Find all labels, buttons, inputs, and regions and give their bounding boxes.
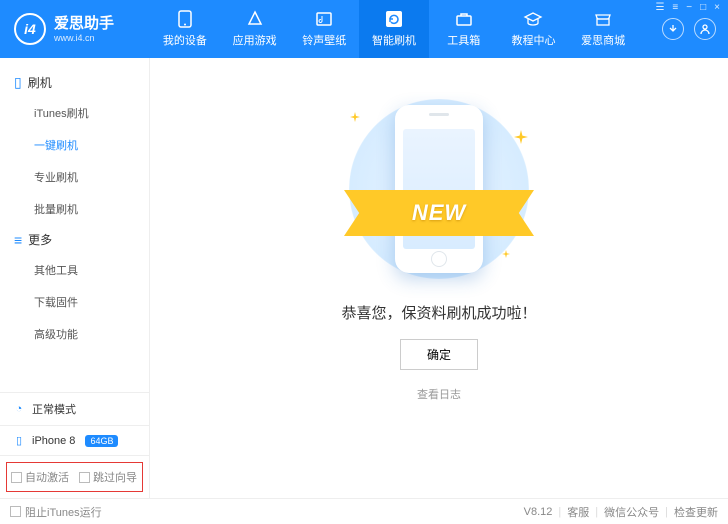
sidebar-item-itunes[interactable]: iTunes刷机 (0, 97, 149, 129)
nav-tools[interactable]: 工具箱 (429, 0, 499, 58)
user-button[interactable] (694, 18, 716, 40)
status-bar: 阻止iTunes运行 V8.12 | 客服 | 微信公众号 | 检查更新 (0, 498, 728, 524)
sidebar-item-pro[interactable]: 专业刷机 (0, 161, 149, 193)
group-title: 刷机 (28, 74, 52, 91)
device-name: iPhone 8 (32, 435, 75, 447)
nav-ring[interactable]: 铃声壁纸 (289, 0, 359, 58)
sidebar-group-flash: ▯ 刷机 (0, 68, 149, 97)
download-button[interactable] (662, 18, 684, 40)
success-illustration: NEW (324, 94, 554, 284)
skip-guide-check[interactable]: 跳过向导 (79, 469, 137, 485)
nav-tutorial[interactable]: 教程中心 (499, 0, 569, 58)
nav-label: 应用游戏 (233, 32, 277, 48)
sidebar-item-advanced[interactable]: 高级功能 (0, 318, 149, 350)
mode-label: 正常模式 (32, 401, 76, 417)
mode-icon: ◔ (12, 403, 26, 415)
version-label: V8.12 (524, 506, 553, 518)
highlighted-options: 自动激活 跳过向导 (6, 462, 143, 492)
refresh-icon (384, 10, 404, 28)
confirm-button[interactable]: 确定 (400, 339, 478, 370)
more-icon: ≡ (14, 232, 22, 248)
sidebar: ▯ 刷机 iTunes刷机 一键刷机 专业刷机 批量刷机 ≡ 更多 其他工具 下… (0, 58, 150, 498)
nav-shop[interactable]: 爱思商城 (568, 0, 638, 58)
phone-icon (175, 10, 195, 28)
win-menu[interactable]: ☰ (655, 2, 664, 13)
group-title: 更多 (28, 231, 52, 248)
storage-badge: 64GB (85, 435, 118, 447)
view-log-link[interactable]: 查看日志 (417, 386, 461, 402)
device-icon: ▯ (12, 434, 26, 447)
auto-activate-check[interactable]: 自动激活 (11, 469, 69, 485)
shop-icon (593, 10, 613, 28)
win-min[interactable]: − (686, 2, 692, 13)
nav-device[interactable]: 我的设备 (150, 0, 220, 58)
win-close[interactable]: × (714, 2, 720, 13)
checkbox-icon (10, 506, 21, 517)
apps-icon (245, 10, 265, 28)
sidebar-item-other[interactable]: 其他工具 (0, 254, 149, 286)
list-icon: ▯ (14, 74, 22, 91)
check-label: 阻止iTunes运行 (25, 504, 102, 520)
phone-icon (395, 105, 483, 273)
block-itunes-check[interactable]: 阻止iTunes运行 (10, 504, 102, 520)
sidebar-item-oneclick[interactable]: 一键刷机 (0, 129, 149, 161)
service-link[interactable]: 客服 (567, 504, 589, 520)
sidebar-item-download[interactable]: 下载固件 (0, 286, 149, 318)
app-url: www.i4.cn (54, 33, 114, 44)
nav-label: 智能刷机 (372, 32, 416, 48)
wechat-link[interactable]: 微信公众号 (604, 504, 659, 520)
update-link[interactable]: 检查更新 (674, 504, 718, 520)
win-skin[interactable]: ≡ (672, 2, 678, 13)
sidebar-device[interactable]: ▯ iPhone 8 64GB (0, 426, 149, 456)
nav-label: 爱思商城 (581, 32, 625, 48)
main-content: NEW 恭喜您，保资料刷机成功啦！ 确定 查看日志 (150, 58, 728, 498)
success-message: 恭喜您，保资料刷机成功啦！ (341, 302, 536, 323)
music-icon (314, 10, 334, 28)
win-max[interactable]: □ (700, 2, 706, 13)
sidebar-item-batch[interactable]: 批量刷机 (0, 193, 149, 225)
logo[interactable]: i4 爱思助手 www.i4.cn (0, 0, 150, 58)
check-label: 跳过向导 (93, 469, 137, 485)
checkbox-icon (11, 472, 22, 483)
nav-apps[interactable]: 应用游戏 (220, 0, 290, 58)
toolbox-icon (454, 10, 474, 28)
app-title: 爱思助手 (54, 15, 114, 33)
new-ribbon: NEW (344, 190, 534, 236)
logo-icon: i4 (14, 13, 46, 45)
top-nav: 我的设备 应用游戏 铃声壁纸 智能刷机 工具箱 教程中心 爱思商城 (150, 0, 638, 58)
graduation-icon (523, 10, 543, 28)
nav-label: 教程中心 (511, 32, 555, 48)
app-header: ☰ ≡ − □ × i4 爱思助手 www.i4.cn 我的设备 应用游戏 铃声… (0, 0, 728, 58)
check-label: 自动激活 (25, 469, 69, 485)
nav-label: 铃声壁纸 (302, 32, 346, 48)
sidebar-group-more: ≡ 更多 (0, 225, 149, 254)
nav-flash[interactable]: 智能刷机 (359, 0, 429, 58)
nav-label: 工具箱 (447, 32, 480, 48)
sidebar-mode[interactable]: ◔ 正常模式 (0, 393, 149, 426)
nav-label: 我的设备 (163, 32, 207, 48)
window-controls: ☰ ≡ − □ × (655, 2, 720, 13)
checkbox-icon (79, 472, 90, 483)
